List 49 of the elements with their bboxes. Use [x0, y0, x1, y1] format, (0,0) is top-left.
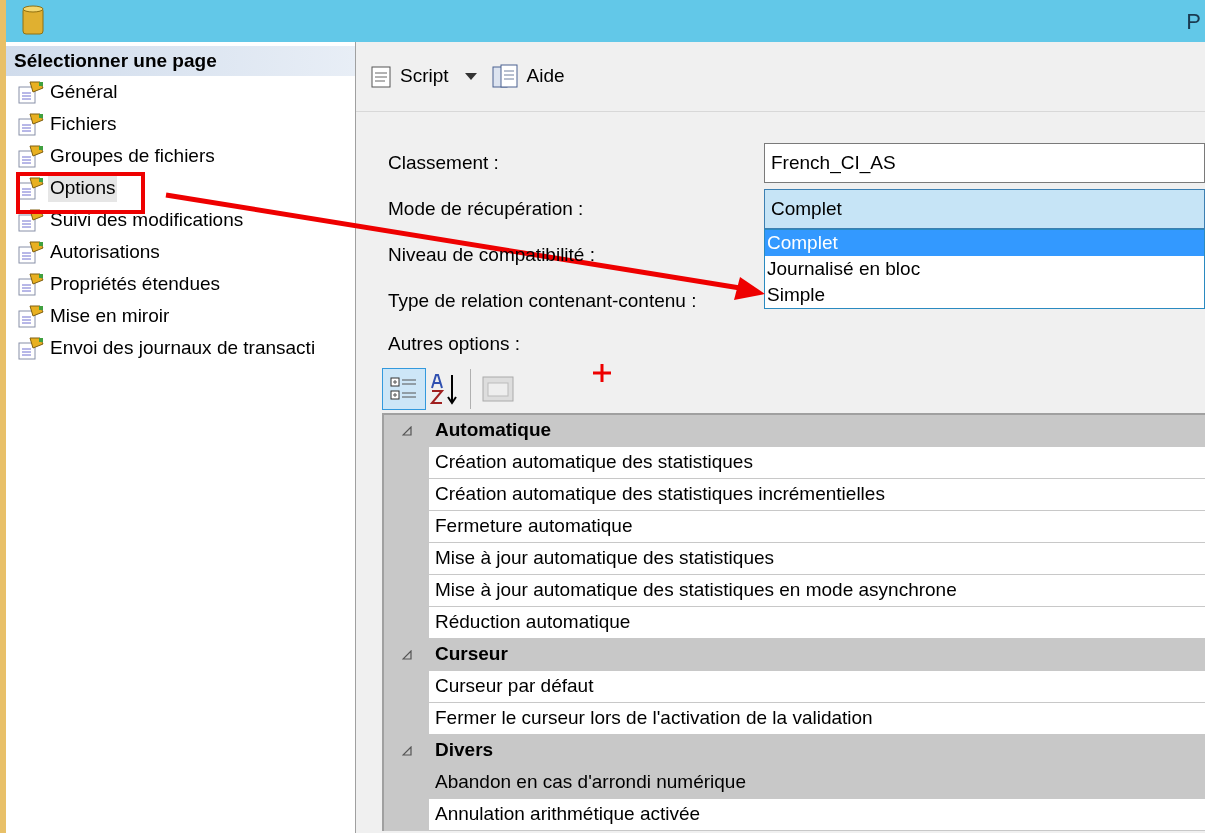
page-icon — [18, 80, 44, 104]
page-icon — [18, 208, 44, 232]
property-row[interactable]: Fermer le curseur lors de l'activation de la validation — [429, 702, 1205, 735]
scroll-icon — [368, 63, 394, 90]
property-row[interactable]: Réduction automatique — [429, 606, 1205, 639]
expander-icon[interactable] — [401, 425, 412, 436]
plus-mark — [591, 362, 613, 384]
sort-alphabetical-icon[interactable] — [430, 371, 460, 406]
script-button[interactable]: Script — [368, 62, 449, 91]
sidebar-item[interactable]: Propriétés étendues — [48, 269, 223, 299]
sidebar-header: Sélectionner une page — [6, 46, 355, 76]
property-row[interactable]: Curseur par défaut — [429, 670, 1205, 703]
recovery-dropdown[interactable]: Complet — [764, 189, 1205, 229]
page-icon — [18, 336, 44, 360]
sidebar-item[interactable]: Groupes de fichiers — [48, 141, 217, 171]
property-row[interactable]: Mise à jour automatique des statistiques en mode asynchrone — [429, 574, 1205, 607]
property-row[interactable]: Fermeture automatique — [429, 510, 1205, 543]
other-options-label: Autres options : — [388, 332, 522, 356]
property-row[interactable]: Création automatique des statistiques — [429, 446, 1205, 479]
page-icon — [18, 112, 44, 136]
sidebar-item[interactable]: Mise en miroir — [48, 301, 172, 331]
collation-field[interactable]: French_CI_AS — [764, 143, 1205, 183]
category-name: Divers — [434, 738, 494, 763]
expander-icon[interactable] — [401, 649, 412, 660]
page-icon — [18, 304, 44, 328]
help-button[interactable]: Aide — [490, 62, 565, 91]
field-label: Classement : — [388, 151, 499, 173]
property-row[interactable]: Annulation arithmétique activée — [429, 798, 1205, 831]
window-title: P — [1186, 7, 1201, 36]
property-row[interactable]: Mise à jour automatique des statistiques — [429, 542, 1205, 575]
field-label: Type de relation contenant-contenu : — [388, 289, 697, 311]
sidebar-item[interactable]: Général — [48, 77, 120, 107]
category-name: Automatique — [434, 418, 552, 443]
expander-icon[interactable] — [401, 745, 412, 756]
dropdown-option[interactable]: Journalisé en bloc — [765, 256, 1204, 282]
document-icon — [490, 62, 521, 91]
caret-icon[interactable] — [464, 72, 477, 81]
property-row[interactable]: Création automatique des statistiques incrémentielles — [429, 478, 1205, 511]
category-name: Curseur — [434, 642, 508, 667]
database-icon — [22, 5, 44, 37]
sidebar-item[interactable]: Fichiers — [48, 109, 119, 139]
page-icon — [18, 144, 44, 168]
dropdown-option[interactable]: Simple — [765, 282, 1204, 308]
page-icon — [18, 240, 44, 264]
page-icon — [18, 176, 44, 200]
sidebar-item[interactable]: Envoi des journaux de transacti — [48, 333, 318, 363]
field-label: Mode de récupération : — [388, 197, 584, 219]
page-icon — [18, 272, 44, 296]
sidebar-item[interactable]: Autorisations — [48, 237, 162, 267]
